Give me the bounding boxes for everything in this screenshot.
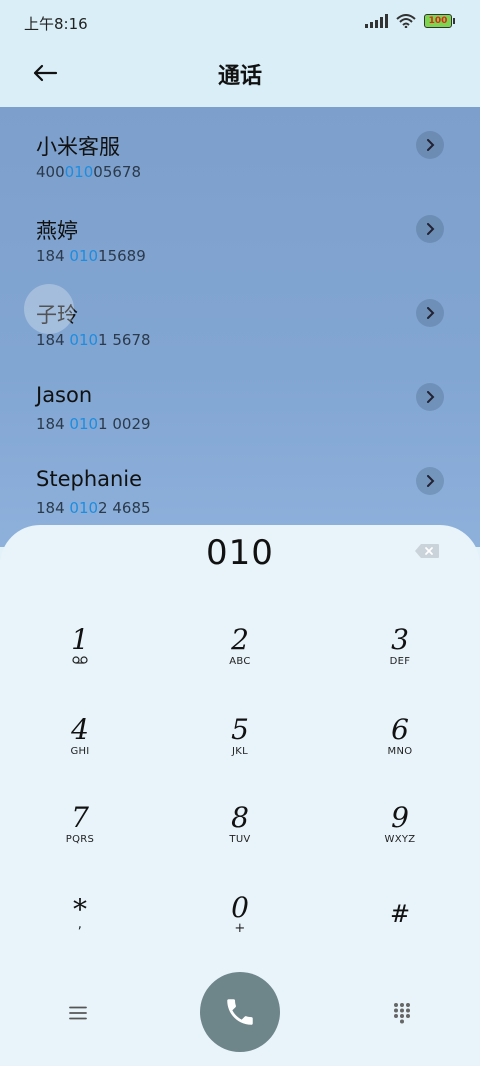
chevron-right-icon bbox=[427, 475, 435, 487]
key-letters: DEF bbox=[389, 656, 411, 667]
top-bar: 上午8:16 100 通话 bbox=[0, 0, 480, 107]
key-1[interactable]: 1 bbox=[20, 625, 140, 705]
backspace-button[interactable] bbox=[414, 543, 440, 559]
contact-number: 184 0101 5678 bbox=[36, 331, 151, 349]
contact-detail-button[interactable] bbox=[416, 467, 444, 495]
key-digit: # bbox=[389, 900, 411, 928]
dialpad-toggle-button[interactable] bbox=[386, 999, 418, 1027]
key-letters: PQRS bbox=[65, 834, 95, 845]
contact-detail-button[interactable] bbox=[416, 383, 444, 411]
contact-name: Jason bbox=[36, 383, 93, 407]
contact-item[interactable]: 小米客服 40001005678 bbox=[0, 107, 480, 191]
chevron-right-icon bbox=[427, 391, 435, 403]
call-button[interactable] bbox=[200, 972, 280, 1052]
key-letters: TUV bbox=[229, 834, 251, 845]
key-2[interactable]: 2 ABC bbox=[180, 625, 300, 705]
key-4[interactable]: 4 GHI bbox=[20, 715, 140, 795]
key-letters: JKL bbox=[232, 746, 248, 757]
contact-item[interactable]: Jason 184 0101 0029 bbox=[0, 359, 480, 443]
signal-icon bbox=[365, 14, 388, 28]
key-3[interactable]: 3 DEF bbox=[340, 625, 460, 705]
key-5[interactable]: 5 JKL bbox=[180, 715, 300, 795]
key-letters: + bbox=[234, 921, 246, 936]
key-digit: 2 bbox=[231, 623, 249, 656]
contact-detail-button[interactable] bbox=[416, 299, 444, 327]
key-hash[interactable]: # bbox=[340, 899, 460, 979]
contact-detail-button[interactable] bbox=[416, 131, 444, 159]
chevron-right-icon bbox=[427, 307, 435, 319]
key-letters: , bbox=[77, 917, 83, 932]
key-digit: 4 bbox=[71, 713, 89, 746]
key-digit: 8 bbox=[231, 801, 249, 834]
contact-number: 184 0101 0029 bbox=[36, 415, 151, 433]
wifi-icon bbox=[396, 14, 416, 28]
contact-name: 小米客服 bbox=[36, 135, 120, 159]
key-9[interactable]: 9 WXYZ bbox=[340, 803, 460, 883]
key-6[interactable]: 6 MNO bbox=[340, 715, 460, 795]
key-digit: 9 bbox=[391, 801, 409, 834]
status-icons: 100 bbox=[365, 14, 455, 28]
chevron-right-icon bbox=[427, 139, 435, 151]
key-digit: 0 bbox=[231, 891, 249, 924]
page-title: 通话 bbox=[217, 64, 262, 89]
status-bar: 上午8:16 100 bbox=[0, 0, 480, 46]
battery-level: 100 bbox=[428, 16, 448, 26]
menu-button[interactable] bbox=[62, 1001, 94, 1025]
key-digit: 6 bbox=[391, 713, 409, 746]
header: 通话 bbox=[0, 46, 480, 107]
key-letters: WXYZ bbox=[384, 834, 416, 845]
key-digit: 1 bbox=[71, 623, 89, 656]
dialpad-icon bbox=[394, 1003, 410, 1024]
key-letters: MNO bbox=[387, 746, 413, 757]
dialpad: 010 1 2 ABC 3 DEF 4 GHI 5 JKL 6 MNO 7 PQ… bbox=[0, 525, 480, 1066]
contact-results: 小米客服 40001005678 燕婷 184 01015689 子玲 184 … bbox=[0, 107, 480, 547]
key-letters: GHI bbox=[70, 746, 90, 757]
voicemail-icon bbox=[72, 656, 88, 664]
contact-number: 184 0102 4685 bbox=[36, 499, 151, 517]
key-digit: 5 bbox=[231, 713, 249, 746]
menu-icon bbox=[69, 1006, 87, 1020]
battery-icon: 100 bbox=[424, 14, 455, 28]
contact-name: Stephanie bbox=[36, 467, 143, 491]
contact-item[interactable]: 燕婷 184 01015689 bbox=[0, 191, 480, 275]
key-letters: ABC bbox=[229, 656, 251, 667]
backspace-icon bbox=[415, 544, 439, 558]
key-star[interactable]: * , bbox=[20, 895, 140, 975]
phone-icon bbox=[227, 999, 253, 1025]
touch-indicator bbox=[24, 284, 74, 334]
key-0[interactable]: 0 + bbox=[180, 893, 300, 973]
contact-item[interactable]: Stephanie 184 0102 4685 bbox=[0, 443, 480, 527]
contact-name: 燕婷 bbox=[36, 219, 78, 243]
contact-number: 40001005678 bbox=[36, 163, 141, 181]
chevron-right-icon bbox=[427, 223, 435, 235]
contact-detail-button[interactable] bbox=[416, 215, 444, 243]
key-7[interactable]: 7 PQRS bbox=[20, 803, 140, 883]
key-8[interactable]: 8 TUV bbox=[180, 803, 300, 883]
dialed-number: 010 bbox=[206, 533, 274, 573]
key-digit: 3 bbox=[391, 623, 409, 656]
contact-number: 184 01015689 bbox=[36, 247, 146, 265]
key-digit: 7 bbox=[71, 801, 89, 834]
status-time: 上午8:16 bbox=[24, 15, 88, 33]
